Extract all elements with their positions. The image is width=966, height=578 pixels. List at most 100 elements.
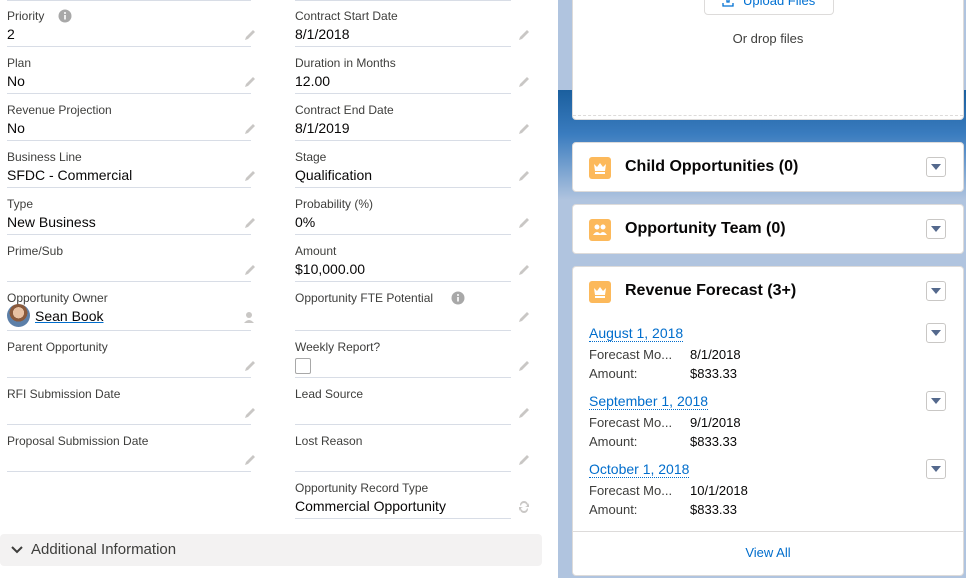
field-label: Parent Opportunity [7, 340, 108, 354]
field-rfi-submission-date: RFI Submission Date [7, 378, 255, 425]
revenue-forecast-card: Revenue Forecast (3+) August 1, 2018 For… [572, 266, 964, 576]
info-icon[interactable] [451, 291, 465, 305]
forecast-date-link[interactable]: October 1, 2018 [589, 461, 690, 478]
field-label: Contract Start Date [295, 9, 398, 23]
field-value: 8/1/2018 [295, 26, 350, 42]
card-title[interactable]: Child Opportunities (0) [625, 158, 798, 176]
field-label: Plan [7, 56, 32, 70]
edit-pencil-icon[interactable] [243, 28, 257, 42]
forecast-date-link[interactable]: September 1, 2018 [589, 393, 709, 410]
row-action-dropdown[interactable] [926, 323, 946, 343]
field-label: Lost Reason [295, 434, 363, 448]
field-label: Lead Source [295, 387, 364, 401]
field-contract-start-date: Contract Start Date 8/1/2018 [295, 0, 529, 47]
field-duration-in-months: Duration in Months 12.00 [295, 47, 529, 94]
edit-pencil-icon[interactable] [517, 75, 531, 89]
row-action-dropdown[interactable] [926, 459, 946, 479]
item-value: $833.33 [690, 502, 737, 517]
edit-pencil-icon[interactable] [517, 406, 531, 420]
field-revenue-projection: Revenue Projection No [7, 94, 255, 141]
field-label: Opportunity Record Type [295, 481, 429, 495]
edit-pencil-icon[interactable] [243, 75, 257, 89]
field-label: Opportunity FTE Potential [295, 291, 434, 305]
view-all-link[interactable]: View All [573, 545, 963, 560]
field-value: 0% [295, 214, 316, 230]
edit-pencil-icon[interactable] [517, 216, 531, 230]
item-value: 9/1/2018 [690, 415, 741, 430]
field-label: Type [7, 197, 34, 211]
upload-icon [722, 0, 734, 7]
section-additional-information[interactable]: Additional Information [0, 534, 542, 566]
change-record-type-icon[interactable] [517, 500, 531, 514]
info-icon[interactable] [58, 9, 72, 23]
row-action-dropdown[interactable] [926, 391, 946, 411]
edit-pencil-icon[interactable] [243, 122, 257, 136]
field-lost-reason: Lost Reason [295, 425, 529, 472]
field-value: New Business [7, 214, 96, 230]
field-label: Contract End Date [295, 103, 394, 117]
edit-pencil-icon[interactable] [517, 359, 531, 373]
card-menu-dropdown[interactable] [926, 219, 946, 239]
chevron-down-icon [11, 546, 23, 554]
drop-files-text: Or drop files [732, 31, 804, 46]
field-label: Weekly Report? [295, 340, 381, 354]
forecast-date-link[interactable]: August 1, 2018 [589, 325, 684, 342]
edit-pencil-icon[interactable] [243, 453, 257, 467]
field-label: Prime/Sub [7, 244, 64, 258]
field-plan: Plan No [7, 47, 255, 94]
item-label: Forecast Mo... [589, 415, 673, 430]
field-label: Stage [295, 150, 327, 164]
edit-pencil-icon[interactable] [517, 310, 531, 324]
edit-pencil-icon[interactable] [243, 263, 257, 277]
field-contract-end-date: Contract End Date 8/1/2019 [295, 94, 529, 141]
card-footer: View All [573, 531, 963, 575]
field-priority: Priority 2 [7, 0, 255, 47]
upload-files-button[interactable]: Upload Files [704, 0, 834, 15]
field-label: Priority [7, 9, 45, 23]
field-parent-opportunity: Parent Opportunity [7, 331, 255, 378]
field-value: SFDC - Commercial [7, 167, 133, 183]
card-title[interactable]: Revenue Forecast (3+) [625, 282, 796, 300]
item-label: Amount: [589, 366, 638, 381]
related-lists-panel: Upload Files Or drop files Child Opportu… [558, 0, 966, 578]
card-menu-dropdown[interactable] [926, 281, 946, 301]
edit-pencil-icon[interactable] [517, 169, 531, 183]
field-proposal-submission-date: Proposal Submission Date [7, 425, 255, 472]
field-value: 12.00 [295, 73, 331, 89]
field-value: 2 [7, 26, 15, 42]
chevron-down-icon [931, 288, 941, 294]
item-value: 10/1/2018 [690, 483, 748, 498]
edit-pencil-icon[interactable] [517, 28, 531, 42]
field-opportunity-owner: Opportunity Owner Sean Book [7, 282, 254, 331]
field-probability: Probability (%) 0% [295, 188, 529, 235]
child-opportunities-card: Child Opportunities (0) [572, 142, 964, 192]
edit-pencil-icon[interactable] [243, 216, 257, 230]
item-label: Amount: [589, 502, 638, 517]
edit-pencil-icon[interactable] [517, 122, 531, 136]
field-label: Duration in Months [295, 56, 396, 70]
field-type: Type New Business [7, 188, 255, 235]
chevron-down-icon [931, 164, 941, 170]
change-owner-icon[interactable] [243, 310, 257, 324]
field-weekly-report: Weekly Report? [295, 331, 529, 378]
field-label: Probability (%) [295, 197, 374, 211]
card-menu-dropdown[interactable] [926, 157, 946, 177]
weekly-report-checkbox[interactable] [295, 358, 311, 374]
field-label: RFI Submission Date [7, 387, 121, 401]
item-label: Amount: [589, 434, 638, 449]
field-prime-sub: Prime/Sub [7, 235, 255, 282]
edit-pencil-icon[interactable] [243, 359, 257, 373]
edit-pencil-icon[interactable] [517, 263, 531, 277]
edit-pencil-icon[interactable] [243, 169, 257, 183]
edit-pencil-icon[interactable] [517, 453, 531, 467]
item-label: Forecast Mo... [589, 483, 673, 498]
card-title[interactable]: Opportunity Team (0) [625, 220, 786, 238]
field-opportunity-fte-potential: Opportunity FTE Potential [295, 282, 529, 331]
field-label: Business Line [7, 150, 82, 164]
field-amount: Amount $10,000.00 [295, 235, 529, 282]
owner-link[interactable]: Sean Book [35, 308, 104, 324]
avatar [7, 304, 30, 327]
field-value: Qualification [295, 167, 373, 183]
edit-pencil-icon[interactable] [243, 406, 257, 420]
chevron-down-icon [931, 226, 941, 232]
